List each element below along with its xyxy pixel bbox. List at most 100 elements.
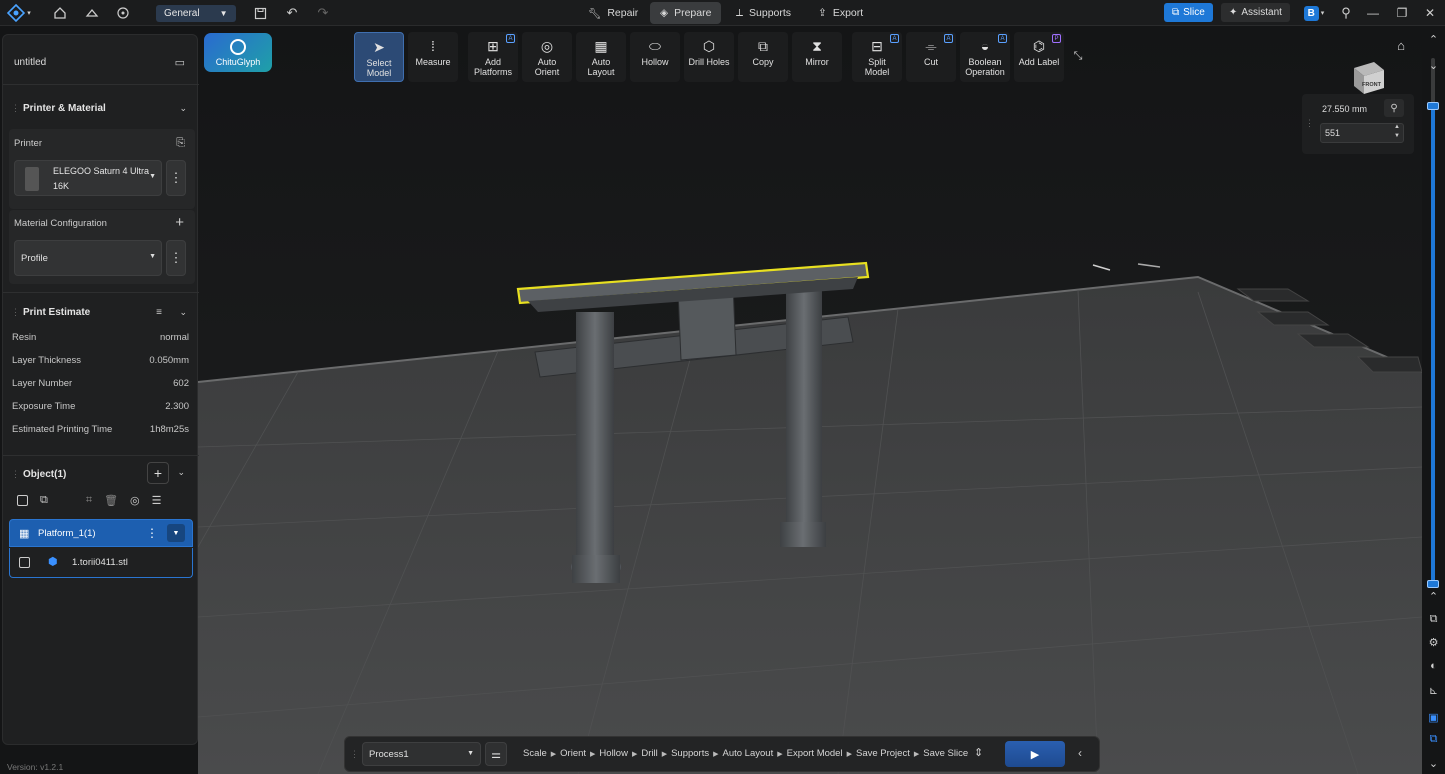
process-step[interactable]: Auto Layout <box>723 748 774 759</box>
workspace-select[interactable]: General ▼ <box>142 3 236 23</box>
tab-prepare[interactable]: ◈ Prepare <box>650 2 722 24</box>
save-icon[interactable] <box>250 3 270 23</box>
collapse-bar-icon[interactable]: ‹ <box>1078 746 1082 760</box>
chevron-down-icon[interactable]: ⌄ <box>1422 754 1445 772</box>
tool-add-label[interactable]: ⌬ Add Label P <box>1014 32 1064 82</box>
view-mode-icon[interactable]: ⧉ <box>1422 730 1445 748</box>
network-icon[interactable] <box>113 3 133 23</box>
pin-icon[interactable]: ⚲ <box>1384 99 1404 117</box>
bambu-menu-icon[interactable]: B ▾ <box>1298 3 1330 23</box>
redo-icon[interactable]: ↷ <box>313 3 333 23</box>
process-step[interactable]: Drill <box>641 748 657 759</box>
home-icon[interactable] <box>50 3 70 23</box>
tab-repair[interactable]: 🔧︎ Repair <box>578 2 648 24</box>
tool-hollow[interactable]: ⬭ Hollow <box>630 32 680 82</box>
process-settings-button[interactable]: ⚌ <box>485 742 507 766</box>
gear-icon[interactable]: ⚙ <box>1422 633 1445 651</box>
axis-icon[interactable]: ⊾ <box>1422 681 1445 699</box>
object-row[interactable]: ⬢ 1.torii0411.stl <box>9 548 193 578</box>
platform-row[interactable]: ▦ Platform_1(1) ⋮ ▼ <box>9 519 193 547</box>
process-step[interactable]: Export Model <box>787 748 843 759</box>
process-step[interactable]: Supports <box>671 748 709 759</box>
app-logo-icon[interactable]: ▾ <box>4 3 34 23</box>
model-library-icon[interactable] <box>82 3 102 23</box>
process-steps: Scale ▶ Orient ▶ Hollow ▶ Drill ▶ Supports ▶ Auto … <box>523 748 968 759</box>
pin-icon[interactable]: ⚲ <box>1336 3 1356 23</box>
chevron-down-icon[interactable]: ⌄ <box>177 467 185 478</box>
process-step[interactable]: Hollow <box>599 748 628 759</box>
object-filename: 1.torii0411.stl <box>72 557 128 568</box>
platform-more-icon[interactable]: ⋮ <box>146 526 158 540</box>
drag-handle-icon[interactable]: ⋮ <box>11 307 20 318</box>
close-icon[interactable]: ✕ <box>1420 3 1440 23</box>
split-icon: ⊟ <box>871 37 883 54</box>
process-step[interactable]: Orient <box>560 748 586 759</box>
chevron-down-icon[interactable]: ⌄ <box>179 307 187 318</box>
stepper-up-icon[interactable]: ▲ <box>1394 124 1400 130</box>
slice-button[interactable]: ⧉ Slice <box>1164 3 1213 22</box>
perspective-icon[interactable]: ▣ <box>1422 708 1445 726</box>
left-panel: untitled ▭ ⋮ Printer & Material ⌄ Printe… <box>2 34 199 745</box>
view-cube[interactable]: FRONT <box>1346 60 1386 96</box>
home-view-icon[interactable]: ⌂ <box>1393 37 1409 53</box>
run-process-button[interactable]: ▶ <box>1005 741 1065 767</box>
filter-icon[interactable]: ☰ <box>152 494 162 507</box>
assistant-button[interactable]: ✦ Assistant <box>1221 3 1290 22</box>
printer-settings-icon[interactable]: ⎘ <box>176 137 185 150</box>
3d-viewport[interactable] <box>197 27 1423 774</box>
add-object-button[interactable]: + <box>147 462 169 484</box>
tool-cut[interactable]: ⌯ Cut A <box>906 32 956 82</box>
tool-boolean-operation[interactable]: ◒ Boolean Operation A <box>960 32 1010 82</box>
chevron-down-icon[interactable]: ⌄ <box>1422 56 1445 74</box>
printer-select[interactable]: ELEGOO Saturn 4 Ultra 16K ▼ <box>14 160 162 196</box>
tool-select-model[interactable]: ➤ Select Model <box>354 32 404 82</box>
panel-toggle-icon[interactable]: ▭ <box>175 56 185 69</box>
chevron-up-icon[interactable]: ⌃ <box>1422 587 1445 605</box>
drag-handle-icon[interactable]: ⋮ <box>1305 118 1314 129</box>
profile-select[interactable]: Profile ▼ <box>14 240 162 276</box>
object-checkbox[interactable] <box>19 557 30 568</box>
expand-steps-icon[interactable]: ⇕ <box>974 746 983 759</box>
process-step[interactable]: Save Project <box>856 748 910 759</box>
group-icon[interactable]: ⧉ <box>40 494 48 507</box>
layer-number-input[interactable]: 551 ▲ ▼ <box>1320 123 1404 143</box>
list-icon[interactable]: ≡ <box>156 307 162 318</box>
chituglyph-button[interactable]: ChituGlyph <box>204 33 272 72</box>
right-rail: ⌃ ⌄ ⌃ ⧉ ⚙ ◐ ⊾ ▣ ⧉ ⌄ <box>1422 30 1445 774</box>
tab-export[interactable]: ⇪ Export <box>808 2 873 24</box>
chevron-up-icon[interactable]: ⌃ <box>1422 30 1445 48</box>
layers-icon[interactable]: ⧉ <box>1422 610 1445 628</box>
tool-split-model[interactable]: ⊟ Split Model A <box>852 32 902 82</box>
tool-auto-layout[interactable]: ▦ Auto Layout <box>576 32 626 82</box>
frame-icon[interactable]: ⌗ <box>86 494 92 507</box>
tool-mirror[interactable]: ⧗ Mirror <box>792 32 842 82</box>
sphere-icon[interactable]: ◐ <box>1422 657 1445 675</box>
undo-icon[interactable]: ↶ <box>282 3 302 23</box>
process-step[interactable]: Scale <box>523 748 547 759</box>
tool-copy[interactable]: ⧉ Copy <box>738 32 788 82</box>
stepper-down-icon[interactable]: ▼ <box>1394 133 1400 139</box>
tool-auto-orient[interactable]: ◎ Auto Orient <box>522 32 572 82</box>
minimize-icon[interactable]: — <box>1363 3 1383 23</box>
tool-drill-holes[interactable]: ⬡ Drill Holes <box>684 32 734 82</box>
add-material-icon[interactable]: + <box>175 214 184 231</box>
drag-handle-icon[interactable]: ⋮ <box>350 749 359 760</box>
drag-handle-icon[interactable]: ⋮ <box>11 103 20 114</box>
collapse-toolbar-icon[interactable]: ⤡ <box>1070 48 1086 64</box>
palette-icon[interactable]: ◎ <box>130 494 140 507</box>
profile-more-button[interactable]: ⋮ <box>166 240 186 276</box>
tool-measure[interactable]: ⁞ Measure <box>408 32 458 82</box>
tab-supports[interactable]: ⟂ Supports <box>726 2 801 24</box>
process-step[interactable]: Save Slice <box>923 748 968 759</box>
process-select[interactable]: Process1 ▼ <box>362 742 481 766</box>
select-all-checkbox[interactable] <box>17 495 28 506</box>
printer-more-button[interactable]: ⋮ <box>166 160 186 196</box>
trash-icon[interactable]: 🗑︎ <box>104 494 118 507</box>
drag-handle-icon[interactable]: ⋮ <box>11 469 20 480</box>
supports-icon: ⟂ <box>736 6 744 19</box>
tool-add-platforms[interactable]: ⊞ Add Platforms A <box>468 32 518 82</box>
printer-thumbnail-icon <box>25 167 39 191</box>
maximize-icon[interactable]: ❐ <box>1392 3 1412 23</box>
chevron-down-icon[interactable]: ⌄ <box>179 103 187 114</box>
platform-expand-button[interactable]: ▼ <box>167 524 185 542</box>
